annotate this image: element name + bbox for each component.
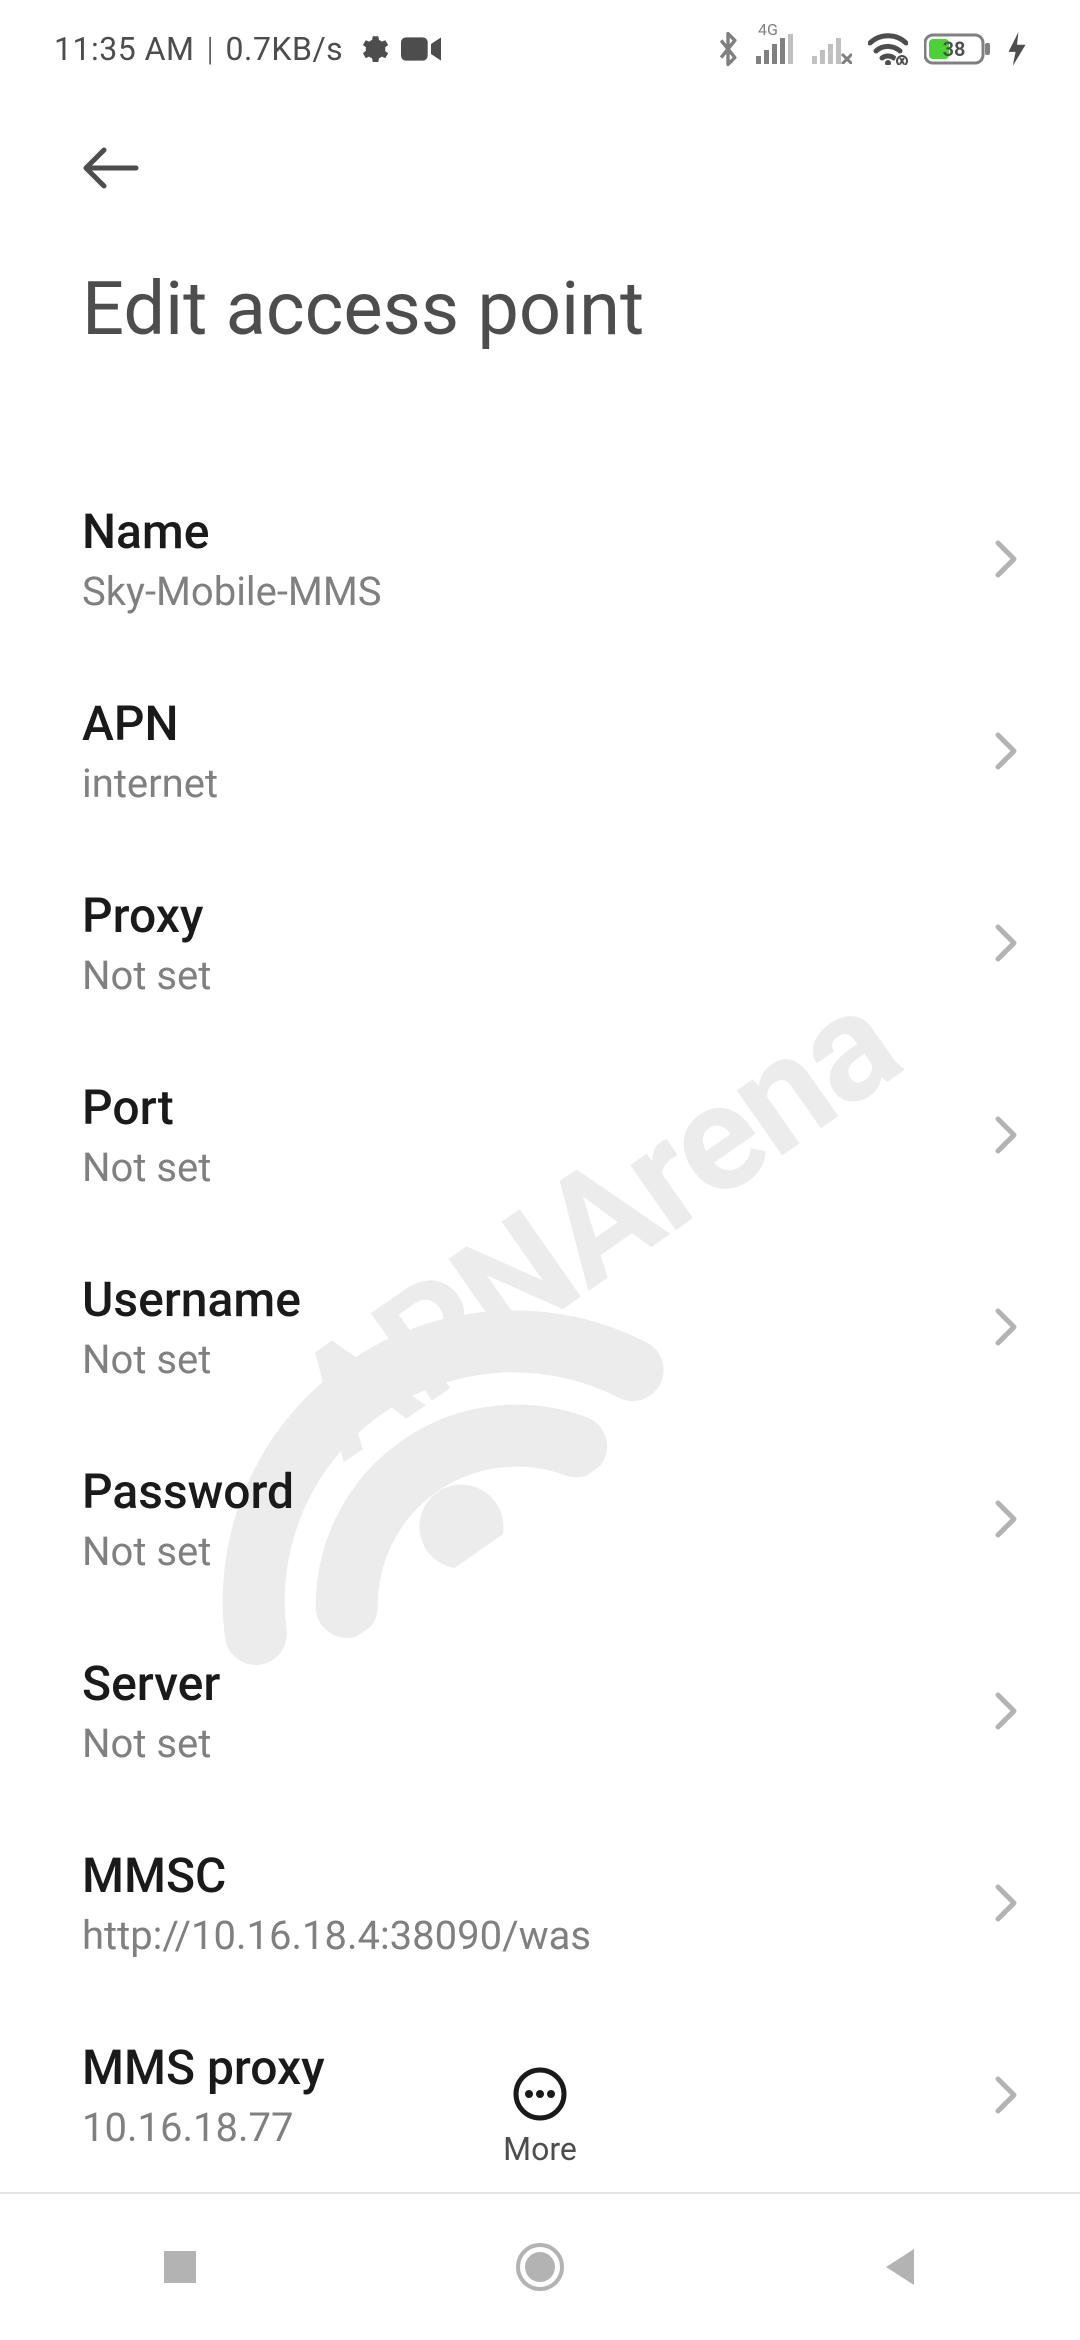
status-netspeed: 0.7KB/s [226,30,344,68]
setting-value: internet [82,760,218,807]
circle-icon [514,2241,566,2293]
setting-text: Port Not set [82,1079,211,1191]
nav-recents-button[interactable] [135,2222,225,2312]
charging-bolt-icon [1008,32,1026,66]
setting-value: Not set [82,1336,301,1383]
setting-value: Not set [82,952,211,999]
setting-row-proxy[interactable]: Proxy Not set [0,847,1080,1039]
chevron-right-icon [986,1691,1026,1731]
more-label: More [503,2130,577,2168]
wifi-icon [868,33,908,65]
setting-row-port[interactable]: Port Not set [0,1039,1080,1231]
status-time: 11:35 AM [54,30,194,68]
setting-row-apn[interactable]: APN internet [0,655,1080,847]
gear-icon [355,32,389,66]
status-left: 11:35 AM | 0.7KB/s [54,30,441,68]
chevron-right-icon [986,923,1026,963]
setting-row-name[interactable]: Name Sky-Mobile-MMS [0,463,1080,655]
setting-value: Not set [82,1528,294,1575]
battery-icon: 38 [924,32,992,66]
status-sep: | [206,30,213,68]
setting-value: Not set [82,1720,220,1767]
setting-text: Username Not set [82,1271,301,1383]
status-bar: 11:35 AM | 0.7KB/s 4G [0,0,1080,88]
setting-text: Name Sky-Mobile-MMS [82,503,382,615]
page-title: Edit access point [0,208,1080,353]
chevron-right-icon [986,539,1026,579]
setting-value: http://10.16.18.4:38090/was [82,1912,591,1959]
settings-list[interactable]: Name Sky-Mobile-MMS APN internet Proxy Not se… [0,463,1080,2183]
setting-label: Username [82,1271,301,1328]
svg-text:38: 38 [943,37,966,61]
chevron-right-icon [986,731,1026,771]
chevron-right-icon [986,1115,1026,1155]
chevron-right-icon [986,1307,1026,1347]
setting-label: Name [82,503,382,560]
setting-row-password[interactable]: Password Not set [0,1423,1080,1615]
signal-4g-icon: 4G [756,34,796,64]
triangle-left-icon [880,2245,920,2289]
chevron-right-icon [986,1883,1026,1923]
nav-home-button[interactable] [495,2222,585,2312]
system-nav-bar [0,2192,1080,2340]
setting-value: Not set [82,1144,211,1191]
toolbar [0,88,1080,208]
nav-back-button[interactable] [855,2222,945,2312]
setting-text: Password Not set [82,1463,294,1575]
setting-text: MMSC http://10.16.18.4:38090/was [82,1847,591,1959]
more-button[interactable] [510,2064,570,2124]
setting-label: Port [82,1079,211,1136]
more-circle-icon [512,2066,568,2122]
status-right: 4G [716,30,1026,68]
chevron-right-icon [986,1499,1026,1539]
setting-text: Server Not set [82,1655,220,1767]
square-icon [160,2247,200,2287]
setting-text: Proxy Not set [82,887,211,999]
setting-row-server[interactable]: Server Not set [0,1615,1080,1807]
back-button[interactable] [70,128,150,208]
video-icon [401,34,441,64]
setting-label: Proxy [82,887,211,944]
signal-tag: 4G [758,20,778,39]
signal-none-icon [812,34,852,64]
bluetooth-icon [716,30,740,68]
setting-label: MMSC [82,1847,591,1904]
setting-label: APN [82,695,218,752]
setting-row-mmsc[interactable]: MMSC http://10.16.18.4:38090/was [0,1807,1080,1999]
bottom-action-bar: More [0,2064,1080,2168]
setting-row-username[interactable]: Username Not set [0,1231,1080,1423]
setting-text: APN internet [82,695,218,807]
arrow-left-icon [78,144,142,192]
setting-label: Password [82,1463,294,1520]
setting-value: Sky-Mobile-MMS [82,568,382,615]
setting-label: Server [82,1655,220,1712]
